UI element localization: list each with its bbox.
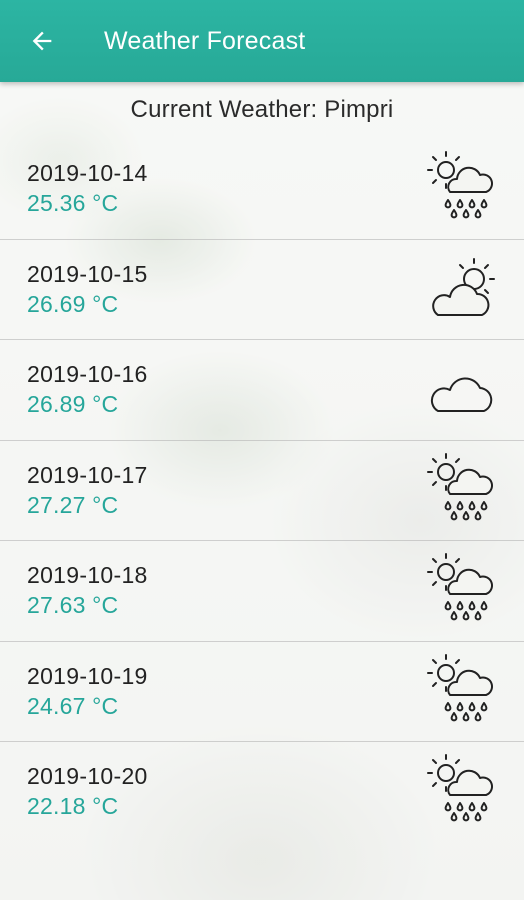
sun-cloud-rain-icon: [422, 751, 502, 831]
sun-cloud-rain-icon: [422, 550, 502, 630]
back-button[interactable]: [12, 11, 72, 71]
cloud-icon: [422, 349, 502, 429]
current-weather-label: Current Weather: Pimpri: [130, 96, 394, 123]
forecast-list: 2019-10-14 25.36 °C 2019-10-15 26.69 °C …: [0, 138, 524, 842]
forecast-date: 2019-10-17: [27, 461, 148, 488]
arrow-left-icon: [32, 31, 52, 51]
forecast-temperature: 26.69 °C: [27, 290, 119, 317]
forecast-date: 2019-10-20: [27, 763, 148, 790]
forecast-content: Current Weather: Pimpri 2019-10-14 25.36…: [0, 82, 524, 842]
sun-cloud-rain-icon: [422, 651, 502, 731]
forecast-text: 2019-10-16 26.89 °C: [27, 359, 148, 419]
forecast-row[interactable]: 2019-10-18 27.63 °C: [0, 540, 524, 641]
forecast-row[interactable]: 2019-10-16 26.89 °C: [0, 339, 524, 440]
forecast-temperature: 25.36 °C: [27, 190, 119, 217]
cloud-sun-icon: [422, 249, 502, 329]
forecast-date: 2019-10-14: [27, 160, 148, 187]
forecast-text: 2019-10-20 22.18 °C: [27, 761, 148, 821]
sun-cloud-rain-icon: [422, 450, 502, 530]
forecast-text: 2019-10-14 25.36 °C: [27, 158, 148, 218]
forecast-row[interactable]: 2019-10-14 25.36 °C: [0, 138, 524, 239]
forecast-text: 2019-10-15 26.69 °C: [27, 259, 148, 319]
forecast-temperature: 27.63 °C: [27, 592, 119, 619]
forecast-date: 2019-10-19: [27, 662, 148, 689]
forecast-date: 2019-10-18: [27, 562, 148, 589]
forecast-text: 2019-10-19 24.67 °C: [27, 661, 148, 721]
sun-cloud-rain-icon: [422, 148, 502, 228]
forecast-temperature: 22.18 °C: [27, 793, 119, 820]
forecast-temperature: 27.27 °C: [27, 491, 119, 518]
forecast-row[interactable]: 2019-10-17 27.27 °C: [0, 439, 524, 541]
app-title: Weather Forecast: [104, 26, 306, 55]
forecast-date: 2019-10-15: [27, 260, 148, 287]
forecast-row[interactable]: 2019-10-19 24.67 °C: [0, 640, 524, 742]
app-bar: Weather Forecast: [0, 0, 524, 82]
forecast-temperature: 26.89 °C: [27, 391, 119, 418]
forecast-text: 2019-10-17 27.27 °C: [27, 460, 148, 520]
forecast-temperature: 24.67 °C: [27, 692, 119, 719]
forecast-date: 2019-10-16: [27, 361, 148, 388]
forecast-row[interactable]: 2019-10-20 22.18 °C: [0, 741, 524, 842]
forecast-row[interactable]: 2019-10-15 26.69 °C: [0, 238, 524, 340]
forecast-text: 2019-10-18 27.63 °C: [27, 560, 148, 620]
